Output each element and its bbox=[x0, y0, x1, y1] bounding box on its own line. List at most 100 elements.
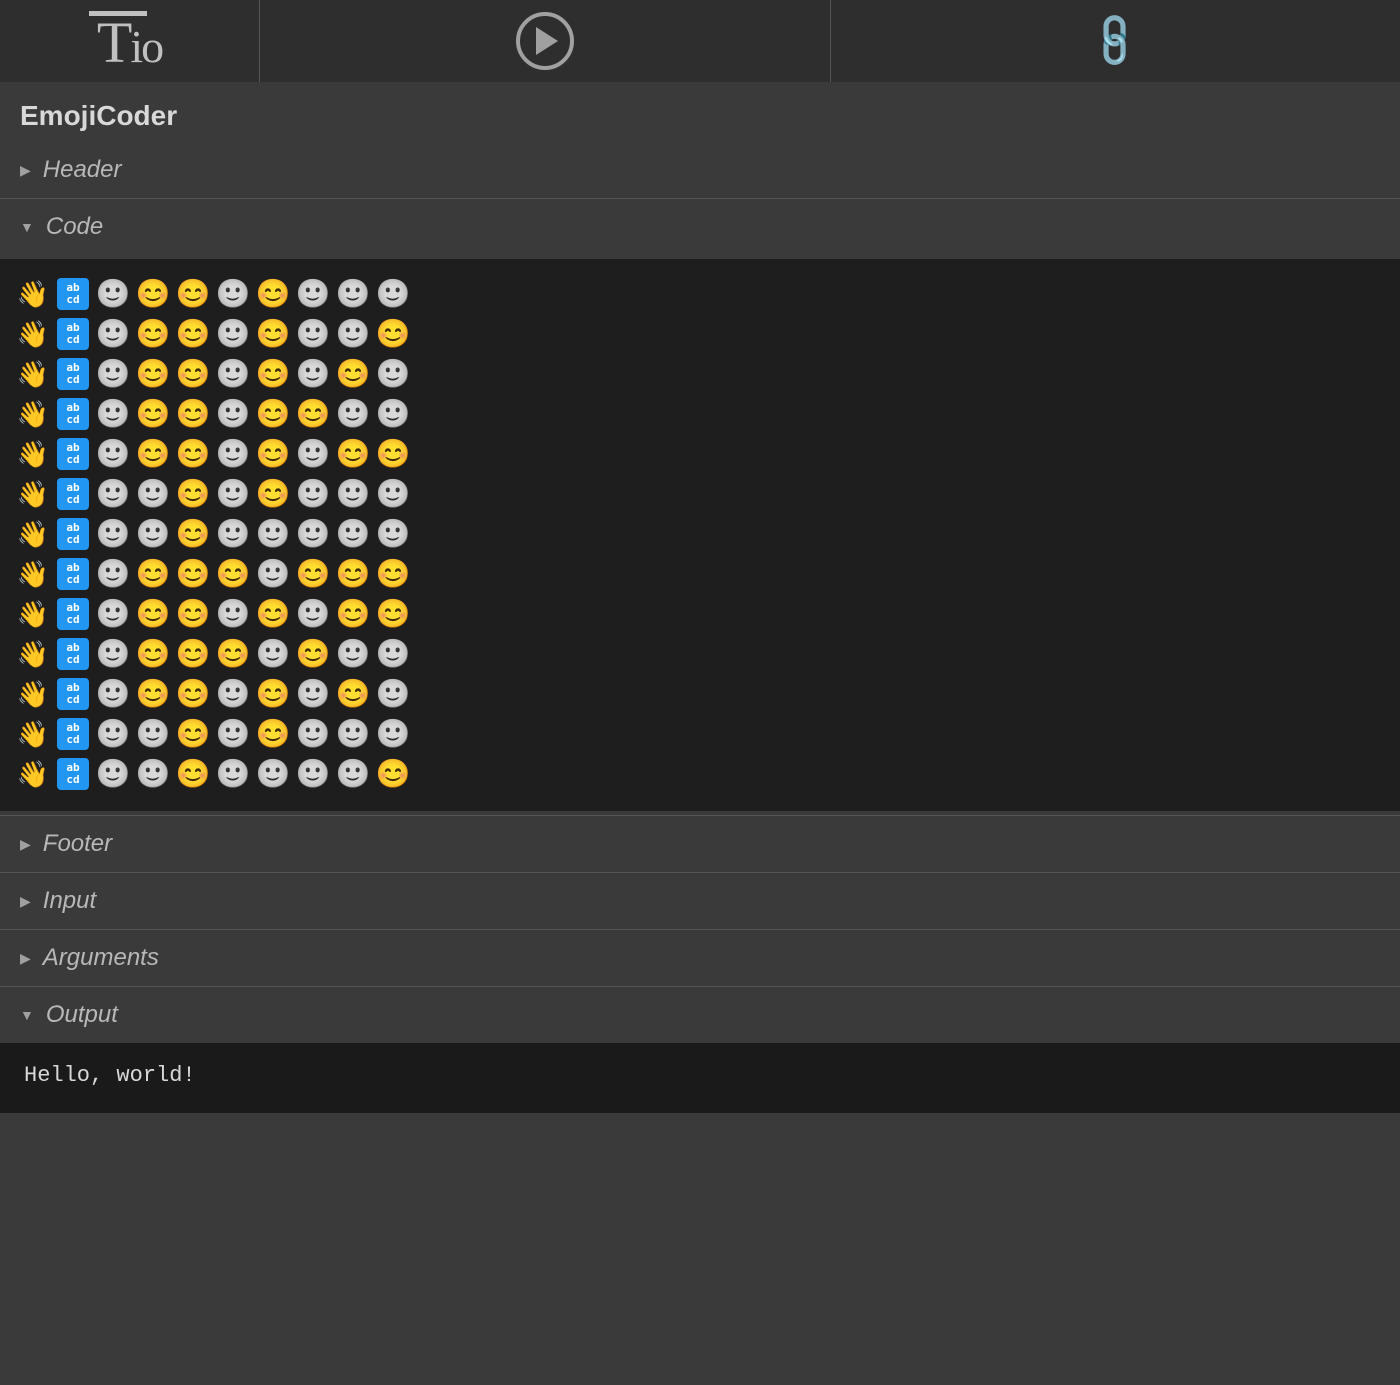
emoji-cell[interactable]: 😊 bbox=[294, 555, 332, 593]
emoji-cell[interactable]: 🙂 bbox=[334, 315, 372, 353]
emoji-cell[interactable]: abcd bbox=[54, 315, 92, 353]
emoji-cell[interactable]: 🙂 bbox=[374, 675, 412, 713]
emoji-cell[interactable]: 🙂 bbox=[254, 515, 292, 553]
emoji-cell[interactable]: 🙂 bbox=[94, 355, 132, 393]
emoji-cell[interactable]: 😊 bbox=[334, 355, 372, 393]
emoji-cell[interactable]: 😊 bbox=[294, 395, 332, 433]
emoji-cell[interactable]: 😊 bbox=[174, 635, 212, 673]
emoji-cell[interactable]: 🙂 bbox=[94, 515, 132, 553]
play-section[interactable] bbox=[260, 0, 831, 82]
emoji-cell[interactable]: 🙂 bbox=[294, 515, 332, 553]
emoji-cell[interactable]: 🙂 bbox=[94, 395, 132, 433]
emoji-cell[interactable]: 😊 bbox=[374, 435, 412, 473]
emoji-cell[interactable]: 👋 bbox=[14, 475, 52, 513]
emoji-cell[interactable]: 🙂 bbox=[94, 755, 132, 793]
emoji-cell[interactable]: 😊 bbox=[374, 595, 412, 633]
emoji-cell[interactable]: abcd bbox=[54, 595, 92, 633]
emoji-cell[interactable]: 👋 bbox=[14, 715, 52, 753]
emoji-cell[interactable]: 🙂 bbox=[214, 475, 252, 513]
emoji-cell[interactable]: 🙂 bbox=[134, 755, 172, 793]
emoji-cell[interactable]: 👋 bbox=[14, 395, 52, 433]
emoji-cell[interactable]: 😊 bbox=[254, 475, 292, 513]
input-section-row[interactable]: ▶ Input bbox=[0, 873, 1400, 929]
play-button[interactable] bbox=[516, 12, 574, 70]
emoji-cell[interactable]: 🙂 bbox=[294, 715, 332, 753]
emoji-cell[interactable]: 🙂 bbox=[134, 515, 172, 553]
emoji-cell[interactable]: 😊 bbox=[214, 635, 252, 673]
emoji-cell[interactable]: 🙂 bbox=[214, 275, 252, 313]
emoji-cell[interactable]: abcd bbox=[54, 755, 92, 793]
emoji-cell[interactable]: 👋 bbox=[14, 675, 52, 713]
emoji-cell[interactable]: 😊 bbox=[174, 435, 212, 473]
emoji-cell[interactable]: 🙂 bbox=[374, 395, 412, 433]
emoji-cell[interactable]: 😊 bbox=[174, 595, 212, 633]
emoji-cell[interactable]: 👋 bbox=[14, 755, 52, 793]
emoji-cell[interactable]: 🙂 bbox=[334, 515, 372, 553]
emoji-cell[interactable]: abcd bbox=[54, 635, 92, 673]
emoji-cell[interactable]: 😊 bbox=[134, 675, 172, 713]
footer-section-row[interactable]: ▶ Footer bbox=[0, 816, 1400, 872]
logo[interactable]: T io bbox=[0, 0, 260, 82]
emoji-cell[interactable]: abcd bbox=[54, 435, 92, 473]
emoji-cell[interactable]: 🙂 bbox=[294, 755, 332, 793]
emoji-cell[interactable]: 🙂 bbox=[294, 355, 332, 393]
emoji-cell[interactable]: 😊 bbox=[214, 555, 252, 593]
emoji-cell[interactable]: 🙂 bbox=[94, 275, 132, 313]
emoji-cell[interactable]: 🙂 bbox=[374, 355, 412, 393]
emoji-cell[interactable]: 😊 bbox=[174, 475, 212, 513]
emoji-cell[interactable]: 😊 bbox=[134, 315, 172, 353]
emoji-cell[interactable]: 🙂 bbox=[94, 475, 132, 513]
emoji-cell[interactable]: 🙂 bbox=[94, 555, 132, 593]
emoji-cell[interactable]: 👋 bbox=[14, 515, 52, 553]
emoji-cell[interactable]: 🙂 bbox=[294, 275, 332, 313]
emoji-cell[interactable]: 🙂 bbox=[214, 715, 252, 753]
emoji-cell[interactable]: 🙂 bbox=[294, 435, 332, 473]
emoji-cell[interactable]: 🙂 bbox=[334, 755, 372, 793]
emoji-cell[interactable]: 😊 bbox=[254, 595, 292, 633]
emoji-cell[interactable]: 🙂 bbox=[294, 475, 332, 513]
emoji-cell[interactable]: 🙂 bbox=[334, 475, 372, 513]
emoji-cell[interactable]: 🙂 bbox=[214, 315, 252, 353]
emoji-cell[interactable]: 😊 bbox=[334, 675, 372, 713]
emoji-cell[interactable]: 😊 bbox=[254, 275, 292, 313]
emoji-cell[interactable]: 🙂 bbox=[294, 315, 332, 353]
emoji-cell[interactable]: 🙂 bbox=[134, 475, 172, 513]
emoji-cell[interactable]: 🙂 bbox=[294, 675, 332, 713]
emoji-cell[interactable]: 🙂 bbox=[94, 635, 132, 673]
emoji-cell[interactable]: 😊 bbox=[374, 315, 412, 353]
emoji-cell[interactable]: 🙂 bbox=[374, 515, 412, 553]
emoji-cell[interactable]: abcd bbox=[54, 515, 92, 553]
emoji-cell[interactable]: 🙂 bbox=[214, 755, 252, 793]
emoji-cell[interactable]: 😊 bbox=[134, 635, 172, 673]
emoji-cell[interactable]: 😊 bbox=[174, 555, 212, 593]
emoji-cell[interactable]: 🙂 bbox=[254, 755, 292, 793]
emoji-cell[interactable]: 🙂 bbox=[334, 635, 372, 673]
emoji-cell[interactable]: 🙂 bbox=[294, 595, 332, 633]
emoji-cell[interactable]: 😊 bbox=[134, 355, 172, 393]
emoji-cell[interactable]: 🙂 bbox=[374, 715, 412, 753]
emoji-cell[interactable]: 🙂 bbox=[334, 715, 372, 753]
emoji-cell[interactable]: 👋 bbox=[14, 275, 52, 313]
emoji-cell[interactable]: abcd bbox=[54, 715, 92, 753]
code-section-row[interactable]: ▼ Code bbox=[0, 199, 1400, 255]
emoji-cell[interactable]: abcd bbox=[54, 395, 92, 433]
arguments-section-row[interactable]: ▶ Arguments bbox=[0, 930, 1400, 986]
emoji-cell[interactable]: 🙂 bbox=[214, 435, 252, 473]
emoji-cell[interactable]: abcd bbox=[54, 555, 92, 593]
emoji-cell[interactable]: abcd bbox=[54, 475, 92, 513]
emoji-cell[interactable]: 😊 bbox=[374, 755, 412, 793]
emoji-cell[interactable]: 😊 bbox=[334, 595, 372, 633]
emoji-cell[interactable]: 😊 bbox=[334, 555, 372, 593]
emoji-cell[interactable]: 👋 bbox=[14, 635, 52, 673]
emoji-cell[interactable]: 🙂 bbox=[214, 675, 252, 713]
emoji-cell[interactable]: 😊 bbox=[174, 315, 212, 353]
emoji-cell[interactable]: 🙂 bbox=[94, 595, 132, 633]
emoji-cell[interactable]: 🙂 bbox=[334, 275, 372, 313]
emoji-cell[interactable]: 👋 bbox=[14, 355, 52, 393]
emoji-cell[interactable]: 😊 bbox=[134, 555, 172, 593]
emoji-cell[interactable]: 😊 bbox=[174, 275, 212, 313]
output-section-row[interactable]: ▼ Output bbox=[0, 987, 1400, 1043]
emoji-cell[interactable]: 👋 bbox=[14, 435, 52, 473]
emoji-cell[interactable]: 😊 bbox=[174, 715, 212, 753]
emoji-cell[interactable]: 😊 bbox=[254, 355, 292, 393]
